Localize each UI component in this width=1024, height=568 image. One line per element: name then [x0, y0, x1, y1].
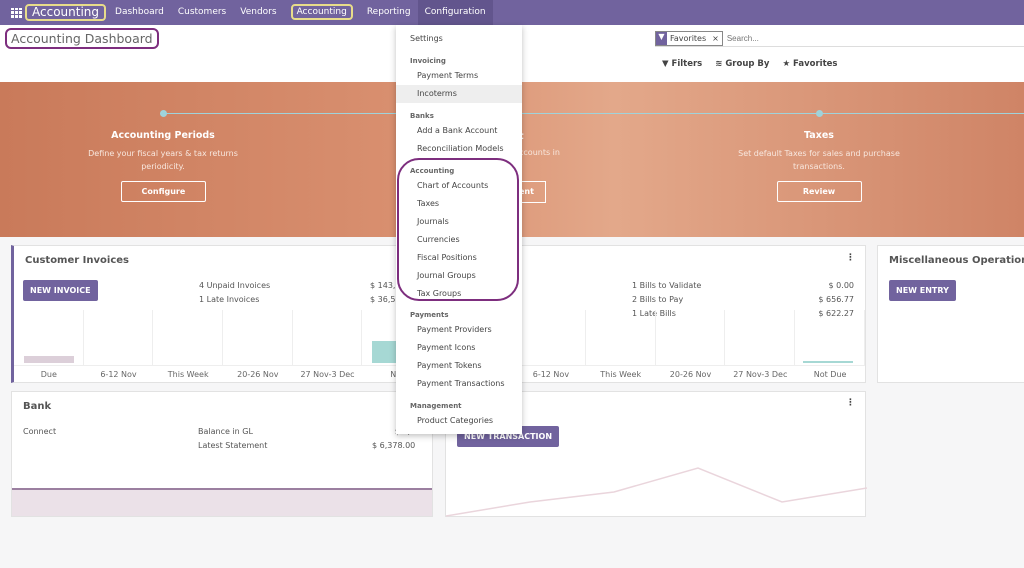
- card-title[interactable]: Miscellaneous Operations: [889, 255, 1024, 266]
- balance-label: Balance in GL: [198, 427, 253, 436]
- nav-reporting[interactable]: Reporting: [360, 0, 418, 25]
- nav-accounting[interactable]: Accounting: [284, 0, 360, 25]
- menu-payment-icons[interactable]: Payment Icons: [417, 343, 475, 352]
- filters-button[interactable]: ▼ Filters: [662, 59, 702, 69]
- nav-vendors[interactable]: Vendors: [233, 0, 283, 25]
- bar-due[interactable]: [24, 356, 74, 363]
- bills-pay-link[interactable]: 2 Bills to Pay: [632, 293, 701, 307]
- statement-value: $ 6,378.00: [372, 441, 416, 450]
- step-title: Accounting Periods: [111, 130, 215, 141]
- step-desc: Set default Taxes for sales and purchase…: [738, 149, 900, 171]
- step-desc: ccounts in: [519, 148, 560, 157]
- filter-icon: ▼: [656, 31, 667, 45]
- menu-payment-tokens[interactable]: Payment Tokens: [417, 361, 482, 370]
- menu-add-bank[interactable]: Add a Bank Account: [417, 126, 497, 135]
- late-amount: $ 36,5: [370, 295, 396, 304]
- menu-reconciliation[interactable]: Reconciliation Models: [417, 144, 504, 153]
- group-by-button[interactable]: ≋ Group By: [715, 59, 769, 69]
- new-entry-button[interactable]: NEW ENTRY: [889, 280, 956, 301]
- app-name[interactable]: Accounting: [25, 4, 107, 21]
- misc-operations-card: Miscellaneous Operations NEW ENTRY: [877, 245, 1024, 383]
- late-invoices-link[interactable]: 1 Late Invoices: [199, 293, 270, 307]
- menu-product-categories[interactable]: Product Categories: [417, 416, 493, 425]
- unpaid-amount: $ 143,: [370, 281, 396, 290]
- card-title[interactable]: Customer Invoices: [25, 255, 129, 266]
- review-button[interactable]: Review: [776, 181, 862, 202]
- step-desc: Define your fiscal years & tax returns p…: [88, 149, 238, 171]
- kebab-menu-icon[interactable]: ⋮: [846, 398, 855, 408]
- star-icon: ★: [782, 59, 791, 69]
- axis-label: Not Due: [813, 370, 847, 379]
- menu-payment-providers[interactable]: Payment Providers: [417, 325, 492, 334]
- axis-label: Due: [40, 370, 57, 379]
- amount: $ 0.00: [828, 281, 854, 290]
- axis-label: This Week: [600, 370, 642, 379]
- top-navbar: Accounting Dashboard Customers Vendors A…: [0, 0, 1024, 25]
- configure-button[interactable]: Configure: [120, 181, 206, 202]
- axis-label: 6-12 Nov: [100, 370, 137, 379]
- layers-icon: ≋: [715, 59, 723, 69]
- menu-hover: [396, 85, 522, 103]
- filters-label: Filters: [671, 59, 703, 69]
- search-bar: ▼ Favorites ×: [655, 30, 1024, 47]
- bar-not-due[interactable]: [803, 361, 853, 363]
- cash-line-graph[interactable]: [446, 452, 867, 518]
- amount: $ 656.77: [818, 295, 854, 304]
- favorites-button[interactable]: ★ Favorites: [782, 59, 837, 69]
- statement-label: Latest Statement: [198, 441, 268, 450]
- menu-incoterms[interactable]: Incoterms: [417, 89, 457, 98]
- step-accounting-periods: Accounting Periods Define your fiscal ye…: [73, 130, 253, 202]
- annotation-circle: [397, 158, 519, 301]
- remove-facet-icon[interactable]: ×: [709, 34, 722, 43]
- bank-step-button[interactable]: ent: [519, 181, 546, 203]
- axis-label: 20-26 Nov: [237, 370, 279, 379]
- menu-header: Payments: [410, 311, 449, 319]
- page-title: Accounting Dashboard: [5, 28, 159, 49]
- step-dot: [816, 110, 823, 117]
- axis-label: 27 Nov-3 Dec: [300, 370, 355, 379]
- nav-accounting-label: Accounting: [290, 4, 353, 20]
- kebab-menu-icon[interactable]: ⋮: [846, 253, 855, 263]
- customer-invoices-card: Customer Invoices NEW INVOICE 4 Unpaid I…: [11, 245, 433, 383]
- menu-settings[interactable]: Settings: [410, 34, 443, 43]
- step-taxes: Taxes Set default Taxes for sales and pu…: [729, 130, 909, 202]
- search-facet: ▼ Favorites ×: [655, 30, 723, 46]
- unpaid-invoices-link[interactable]: 4 Unpaid Invoices: [199, 279, 270, 293]
- filter-icon: ▼: [662, 59, 669, 69]
- progress-line: [160, 113, 1024, 114]
- apps-menu-icon[interactable]: [11, 7, 22, 18]
- card-title[interactable]: Bank: [23, 401, 51, 412]
- step-title: Taxes: [804, 130, 834, 141]
- axis-label: This Week: [167, 370, 209, 379]
- menu-header: Banks: [410, 112, 434, 120]
- menu-payment-terms[interactable]: Payment Terms: [417, 71, 478, 80]
- favorites-label: Favorites: [793, 59, 838, 69]
- search-input[interactable]: [726, 33, 927, 43]
- axis-label: 27 Nov-3 Dec: [733, 370, 788, 379]
- nav-configuration[interactable]: Configuration: [417, 0, 493, 25]
- menu-payment-transactions[interactable]: Payment Transactions: [417, 379, 505, 388]
- nav-dashboard[interactable]: Dashboard: [108, 0, 171, 25]
- nav-customers[interactable]: Customers: [171, 0, 233, 25]
- connect-link[interactable]: Connect: [23, 425, 56, 439]
- axis-label: 20-26 Nov: [669, 370, 712, 379]
- bills-validate-link[interactable]: 1 Bills to Validate: [632, 279, 701, 293]
- menu-header: Invoicing: [410, 57, 446, 65]
- new-invoice-button[interactable]: NEW INVOICE: [23, 280, 98, 301]
- bank-card: Bank Connect Balance in GL Latest Stateme…: [11, 391, 433, 517]
- axis-label: 6-12 Nov: [532, 370, 570, 379]
- facet-label: Favorites: [670, 33, 707, 43]
- menu-header: Management: [410, 402, 462, 410]
- group-by-label: Group By: [725, 59, 770, 69]
- step-dot: [160, 110, 167, 117]
- bank-graph[interactable]: [12, 488, 432, 516]
